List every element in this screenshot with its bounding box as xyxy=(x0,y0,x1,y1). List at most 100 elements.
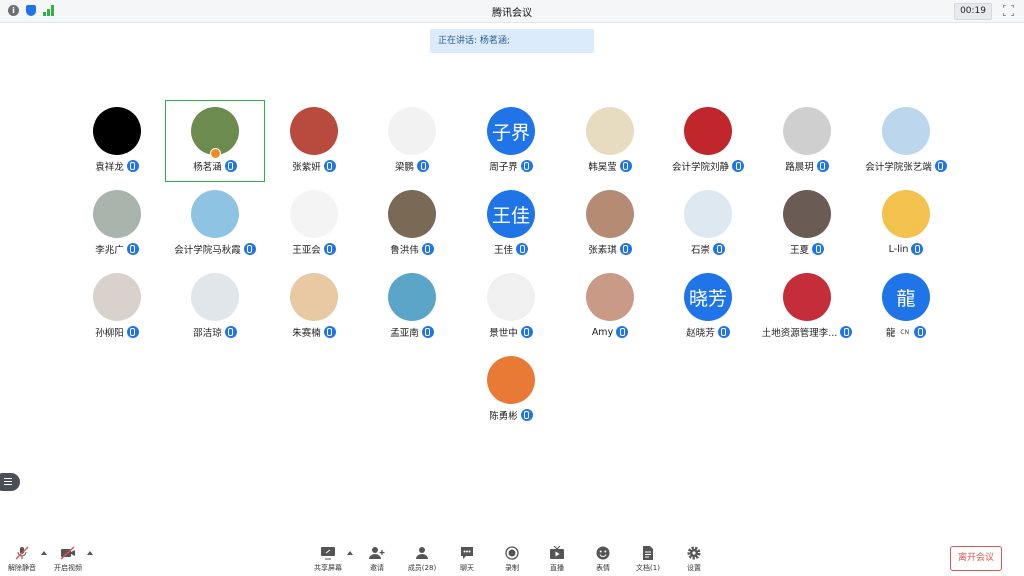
record-label: 录制 xyxy=(505,564,519,572)
invite-button[interactable]: 邀请 xyxy=(357,540,397,576)
settings-button[interactable]: 设置 xyxy=(674,540,714,576)
document-icon xyxy=(643,546,653,560)
record-icon xyxy=(505,546,519,560)
mic-icon xyxy=(717,326,730,338)
participant-tile[interactable]: 土地资源管理李... xyxy=(758,267,856,347)
participant-name: 王夏 xyxy=(789,245,809,256)
calligraphy-avatar xyxy=(586,107,634,155)
participant-tile[interactable]: 王夏 xyxy=(758,184,856,264)
reactions-button[interactable]: 表情 xyxy=(583,540,623,576)
child-photo-avatar xyxy=(290,107,338,155)
chat-label: 聊天 xyxy=(460,564,474,572)
participant-name: 王亚会 xyxy=(292,245,321,256)
red-cartoon-avatar xyxy=(684,107,732,155)
participant-tile[interactable]: 孟亚南 xyxy=(363,267,461,347)
participant-tile[interactable]: 陈勇彬 xyxy=(462,350,560,430)
participant-tile[interactable]: 石崇 xyxy=(659,184,757,264)
participant-tile[interactable]: 王佳 王佳 xyxy=(462,184,560,264)
participant-name: 景世中 xyxy=(489,328,518,339)
live-button[interactable]: 直播 xyxy=(537,540,577,576)
participant-name-row: 韩昊莹 xyxy=(561,158,659,174)
participant-tile[interactable]: 杨茗涵 xyxy=(165,100,265,182)
participant-tile[interactable]: 路晨玥 xyxy=(758,101,856,181)
share-screen-button[interactable]: 共享屏幕 xyxy=(308,540,348,576)
participant-name: 孟亚南 xyxy=(390,328,419,339)
title-bar: i 腾讯会议 00:19 xyxy=(0,0,1024,23)
glasses-cartoon-avatar xyxy=(487,273,535,321)
share-screen-icon xyxy=(321,547,335,560)
gear-icon xyxy=(687,546,701,560)
participant-tile[interactable]: 李兆广 xyxy=(68,184,166,264)
mic-icon xyxy=(421,326,434,338)
docs-button[interactable]: 文档(1) xyxy=(628,540,668,576)
participant-tile[interactable]: 晓芳 赵晓芳 xyxy=(659,267,757,347)
participant-name-row: 李兆广 xyxy=(68,241,166,257)
start-video-button[interactable]: 开启视频 xyxy=(48,540,88,576)
mic-icon xyxy=(224,160,237,172)
participant-tile[interactable]: 子界 周子界 xyxy=(462,101,560,181)
participant-name: 路晨玥 xyxy=(785,162,814,173)
mic-icon xyxy=(516,243,528,255)
docs-label: 文档(1) xyxy=(636,564,660,572)
beach-photo-avatar xyxy=(388,273,436,321)
unmute-button[interactable]: 解除静音 xyxy=(2,540,42,576)
long-hair-photo-avatar xyxy=(783,190,831,238)
share-options-chevron-icon[interactable] xyxy=(347,551,353,555)
participant-tile[interactable]: 邵洁琼 xyxy=(166,267,264,347)
participant-name-row: L-lin xyxy=(857,241,955,257)
participant-tile[interactable]: 鲁洪伟 xyxy=(363,184,461,264)
mic-icon xyxy=(520,160,533,172)
video-options-chevron-icon[interactable] xyxy=(87,551,93,555)
participant-name-row: 会计学院张艺端 xyxy=(857,158,955,174)
participant-tile[interactable]: Amy xyxy=(561,267,659,347)
participant-tile[interactable]: 王亚会 xyxy=(265,184,363,264)
cartoon-boy-avatar xyxy=(684,190,732,238)
participant-name: 龍 xyxy=(885,328,896,339)
participant-tile[interactable]: 韩昊莹 xyxy=(561,101,659,181)
mic-icon xyxy=(417,160,429,172)
leave-meeting-button[interactable]: 离开会议 xyxy=(950,546,1002,571)
participant-tile[interactable]: 会计学院刘静 xyxy=(659,101,757,181)
members-label: 成员(28) xyxy=(407,564,437,572)
participant-name: 土地资源管理李... xyxy=(761,328,838,339)
participant-name: 张紫妍 xyxy=(292,162,321,173)
participant-tile[interactable]: 张紫妍 xyxy=(265,101,363,181)
participant-tile[interactable]: 孙柳阳 xyxy=(68,267,166,347)
share-screen-label: 共享屏幕 xyxy=(314,564,342,572)
live-stream-icon xyxy=(550,546,564,559)
black-circle-avatar xyxy=(93,107,141,155)
sky-girl-avatar xyxy=(191,190,239,238)
record-button[interactable]: 录制 xyxy=(492,540,532,576)
members-button[interactable]: 成员(28) xyxy=(402,540,442,576)
participant-tile[interactable]: 袁祥龙 xyxy=(68,101,166,181)
misty-mountain-avatar xyxy=(93,190,141,238)
participant-tile[interactable]: 景世中 xyxy=(462,267,560,347)
participant-name-row: Amy xyxy=(561,324,659,340)
princess-cartoon-avatar xyxy=(290,273,338,321)
fullscreen-icon[interactable] xyxy=(1003,5,1014,16)
cartoon-cat-avatar xyxy=(290,190,338,238)
participant-tile[interactable]: 龍龍 CN xyxy=(857,267,955,347)
mic-icon xyxy=(520,409,533,421)
mic-icon xyxy=(323,326,336,338)
mic-icon xyxy=(323,243,336,255)
participant-tile[interactable]: 张素琪 xyxy=(561,184,659,264)
mic-icon xyxy=(812,243,824,255)
participant-name: 杨茗涵 xyxy=(193,162,222,173)
participant-tile[interactable]: 会计学院张艺端 xyxy=(857,101,955,181)
mic-icon xyxy=(713,243,725,255)
participant-tile[interactable]: 朱赛楠 xyxy=(265,267,363,347)
chat-button[interactable]: 聊天 xyxy=(447,540,487,576)
participant-name: 陈勇彬 xyxy=(489,411,518,422)
mic-icon xyxy=(126,160,139,172)
participant-name: 王佳 xyxy=(493,245,513,256)
participant-name-row: 孙柳阳 xyxy=(68,324,166,340)
audio-options-chevron-icon[interactable] xyxy=(41,551,47,555)
members-icon xyxy=(416,547,428,559)
participant-tile[interactable]: L-lin xyxy=(857,184,955,264)
list-view-toggle-icon[interactable] xyxy=(0,473,20,491)
participant-tile[interactable]: 会计学院马秋霞 xyxy=(166,184,264,264)
participant-name-row: 路晨玥 xyxy=(758,158,856,174)
participant-name: 朱赛楠 xyxy=(292,328,321,339)
participant-tile[interactable]: 梁鹏 xyxy=(363,101,461,181)
